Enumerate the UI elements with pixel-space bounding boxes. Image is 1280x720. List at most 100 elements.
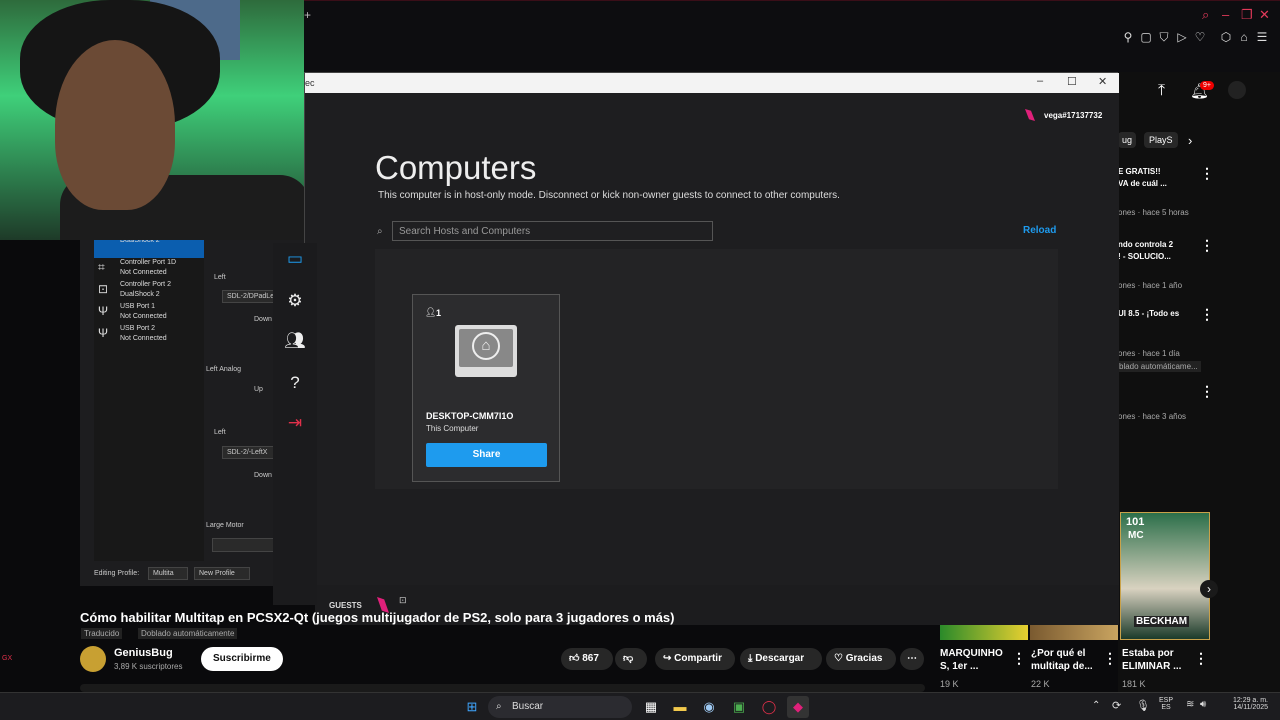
rec-video-views: 22 K xyxy=(1031,679,1050,689)
tray-chevron-icon[interactable]: ⌃ xyxy=(1092,700,1100,711)
avatar[interactable] xyxy=(1228,81,1246,99)
extensions-icon[interactable]: ⬡ xyxy=(1219,30,1233,44)
more-icon[interactable]: ⋮ xyxy=(1194,650,1208,667)
download-icon: ⤓ xyxy=(748,653,753,664)
channel-avatar[interactable] xyxy=(80,646,106,672)
new-profile-button[interactable]: New Profile xyxy=(194,567,250,580)
snapshot-icon[interactable]: ▢ xyxy=(1139,30,1153,44)
download-button[interactable]: ⤓ Descargar xyxy=(740,648,822,670)
subscriber-count: 3,89 K suscriptores xyxy=(114,662,183,671)
computer-card[interactable]: 👤︎ 1 ⌂ DESKTOP-CMM7I1O This Computer Sha… xyxy=(412,294,560,482)
left-label: Left xyxy=(214,429,226,436)
usb-port-2[interactable]: Ψ USB Port 2 Not Connected xyxy=(94,324,204,346)
side-video-title[interactable]: VA de cuál ... xyxy=(1118,178,1167,189)
side-video-meta: ones · hace 5 horas xyxy=(1118,208,1189,217)
settings-icon[interactable]: ⚙ xyxy=(273,291,317,311)
side-video-title[interactable]: ! - SOLUCIO... xyxy=(1118,251,1171,262)
reload-button[interactable]: Reload xyxy=(1023,225,1056,236)
share-button[interactable]: Share xyxy=(426,443,547,467)
friends-icon[interactable]: 👥︎ xyxy=(273,331,317,351)
chevron-right-icon[interactable]: › xyxy=(1188,133,1192,148)
new-tab-button[interactable]: + xyxy=(304,8,311,22)
lang-code: ESP xyxy=(1159,697,1174,704)
controller-port-list: DualShock 2 ⌗ Controller Port 1D Not Conne… xyxy=(94,236,204,561)
menu-icon[interactable]: ☰ xyxy=(1255,30,1269,44)
date: 14/11/2025 xyxy=(1233,704,1268,711)
usb-port-1[interactable]: Ψ USB Port 1 Not Connected xyxy=(94,302,204,324)
parsec-taskbar-icon[interactable]: ◆ xyxy=(787,696,809,718)
more-icon[interactable]: ⋮ xyxy=(1103,650,1117,667)
more-icon[interactable]: ⋮ xyxy=(1012,650,1026,667)
shield-icon[interactable]: ⛉ xyxy=(1157,30,1171,44)
account-icon[interactable]: ⌂ xyxy=(1237,30,1251,44)
rec-video-title[interactable]: Estaba por ELIMINAR ... xyxy=(1122,647,1192,673)
microphone-icon[interactable]: 🎙︎ xyxy=(1136,699,1150,712)
port-item-2[interactable]: ⊡ Controller Port 2 DualShock 2 xyxy=(94,280,204,302)
translated-tag: Traducido xyxy=(81,628,123,639)
maximize-icon[interactable]: ☐ xyxy=(1067,75,1077,88)
help-icon[interactable]: ? xyxy=(273,373,317,393)
play-icon[interactable]: ▷ xyxy=(1175,30,1189,44)
close-icon[interactable]: ✕ xyxy=(1098,75,1107,88)
close-icon[interactable]: ✕ xyxy=(1259,7,1270,23)
wifi-icon[interactable]: ≋ xyxy=(1186,699,1194,710)
widgets-icon[interactable]: ▦ xyxy=(640,696,662,718)
thanks-icon: ♡ xyxy=(834,653,843,664)
time: 12:29 a. m. xyxy=(1232,697,1268,704)
channel-name[interactable]: GeniusBug xyxy=(114,647,173,659)
more-icon[interactable]: ⋮ xyxy=(1200,306,1214,323)
chip-1[interactable]: ug xyxy=(1118,132,1137,148)
port-status: DualShock 2 xyxy=(120,291,160,298)
side-video-title[interactable]: E GRATIS!! xyxy=(1118,166,1161,177)
heart-icon[interactable]: ♡ xyxy=(1193,30,1207,44)
port-status: Not Connected xyxy=(120,313,167,320)
side-video-title[interactable]: UI 8.5 - ¡Todo es xyxy=(1118,308,1179,319)
gamepad-icon[interactable]: ⊡ xyxy=(399,595,407,606)
more-icon[interactable]: ⋮ xyxy=(1200,165,1214,182)
opera-gx-icon[interactable]: ◯ xyxy=(758,696,780,718)
parsec-logo-icon xyxy=(1025,109,1035,121)
page-title: Computers xyxy=(375,149,537,186)
gamepad-icon: ⊡ xyxy=(98,282,109,296)
chip-2[interactable]: PlayS xyxy=(1144,132,1178,148)
language-indicator[interactable]: ESP ES xyxy=(1159,697,1173,711)
computers-icon[interactable]: ▭ xyxy=(273,249,317,269)
side-video-title[interactable]: ndo controla 2 xyxy=(1118,239,1173,250)
pin-icon[interactable]: ⚲ xyxy=(1121,30,1135,44)
steam-icon[interactable]: ◉ xyxy=(698,696,720,718)
upload-icon[interactable]: ⤒ xyxy=(1158,82,1165,100)
like-button[interactable]: 👍︎ 867 xyxy=(561,648,613,670)
more-icon[interactable]: ⋮ xyxy=(1200,237,1214,254)
profile-select[interactable]: Multita xyxy=(148,567,188,580)
rec-video-title[interactable]: ¿Por qué el multitap de... xyxy=(1031,647,1101,673)
dislike-icon: 👎︎ xyxy=(623,653,634,664)
maximize-icon[interactable]: ❐ xyxy=(1241,7,1253,23)
start-icon[interactable]: ⊞ xyxy=(461,696,483,718)
file-explorer-icon[interactable]: ▬ xyxy=(669,696,691,718)
search-icon[interactable]: ⌕ xyxy=(1202,7,1209,23)
logout-icon[interactable]: ⇥ xyxy=(273,413,317,433)
more-icon[interactable]: ⋮ xyxy=(1200,383,1214,400)
card-position: MC xyxy=(1128,530,1144,541)
large-motor-slider[interactable] xyxy=(212,538,282,552)
more-actions-icon[interactable]: ⋯ xyxy=(900,648,924,670)
share-button[interactable]: ↪ Compartir xyxy=(655,648,735,670)
rec-video-title[interactable]: MARQUINHO S, 1er ... xyxy=(940,647,1010,673)
description-box[interactable] xyxy=(80,684,925,692)
windows-taskbar: ⊞ ⌕ Buscar ▦ ▬ ◉ ▣ ◯ ◆ ⌃ ⟳ 🎙︎ ESP ES ≋ 🔊… xyxy=(0,692,1280,720)
minimize-icon[interactable]: – xyxy=(1037,75,1043,87)
username[interactable]: vega#17137732 xyxy=(1044,111,1102,120)
volume-icon[interactable]: 🔊︎ xyxy=(1200,699,1206,710)
search-input[interactable]: Search Hosts and Computers xyxy=(392,221,713,241)
chevron-right-icon[interactable]: › xyxy=(1200,580,1218,598)
card-name: BECKHAM xyxy=(1134,616,1190,627)
port-item-1d[interactable]: ⌗ Controller Port 1D Not Connected xyxy=(94,258,204,280)
app-icon[interactable]: ▣ xyxy=(728,696,750,718)
thanks-button[interactable]: ♡ Gracias xyxy=(826,648,896,670)
dislike-button[interactable]: 👎︎ xyxy=(615,648,647,670)
taskbar-search[interactable]: ⌕ Buscar xyxy=(488,696,632,718)
clock[interactable]: 12:29 a. m. 14/11/2025 xyxy=(1224,697,1268,711)
subscribe-button[interactable]: Suscribirme xyxy=(201,647,283,671)
minimize-icon[interactable]: – xyxy=(1222,7,1229,22)
tray-app-icon[interactable]: ⟳ xyxy=(1112,699,1121,712)
